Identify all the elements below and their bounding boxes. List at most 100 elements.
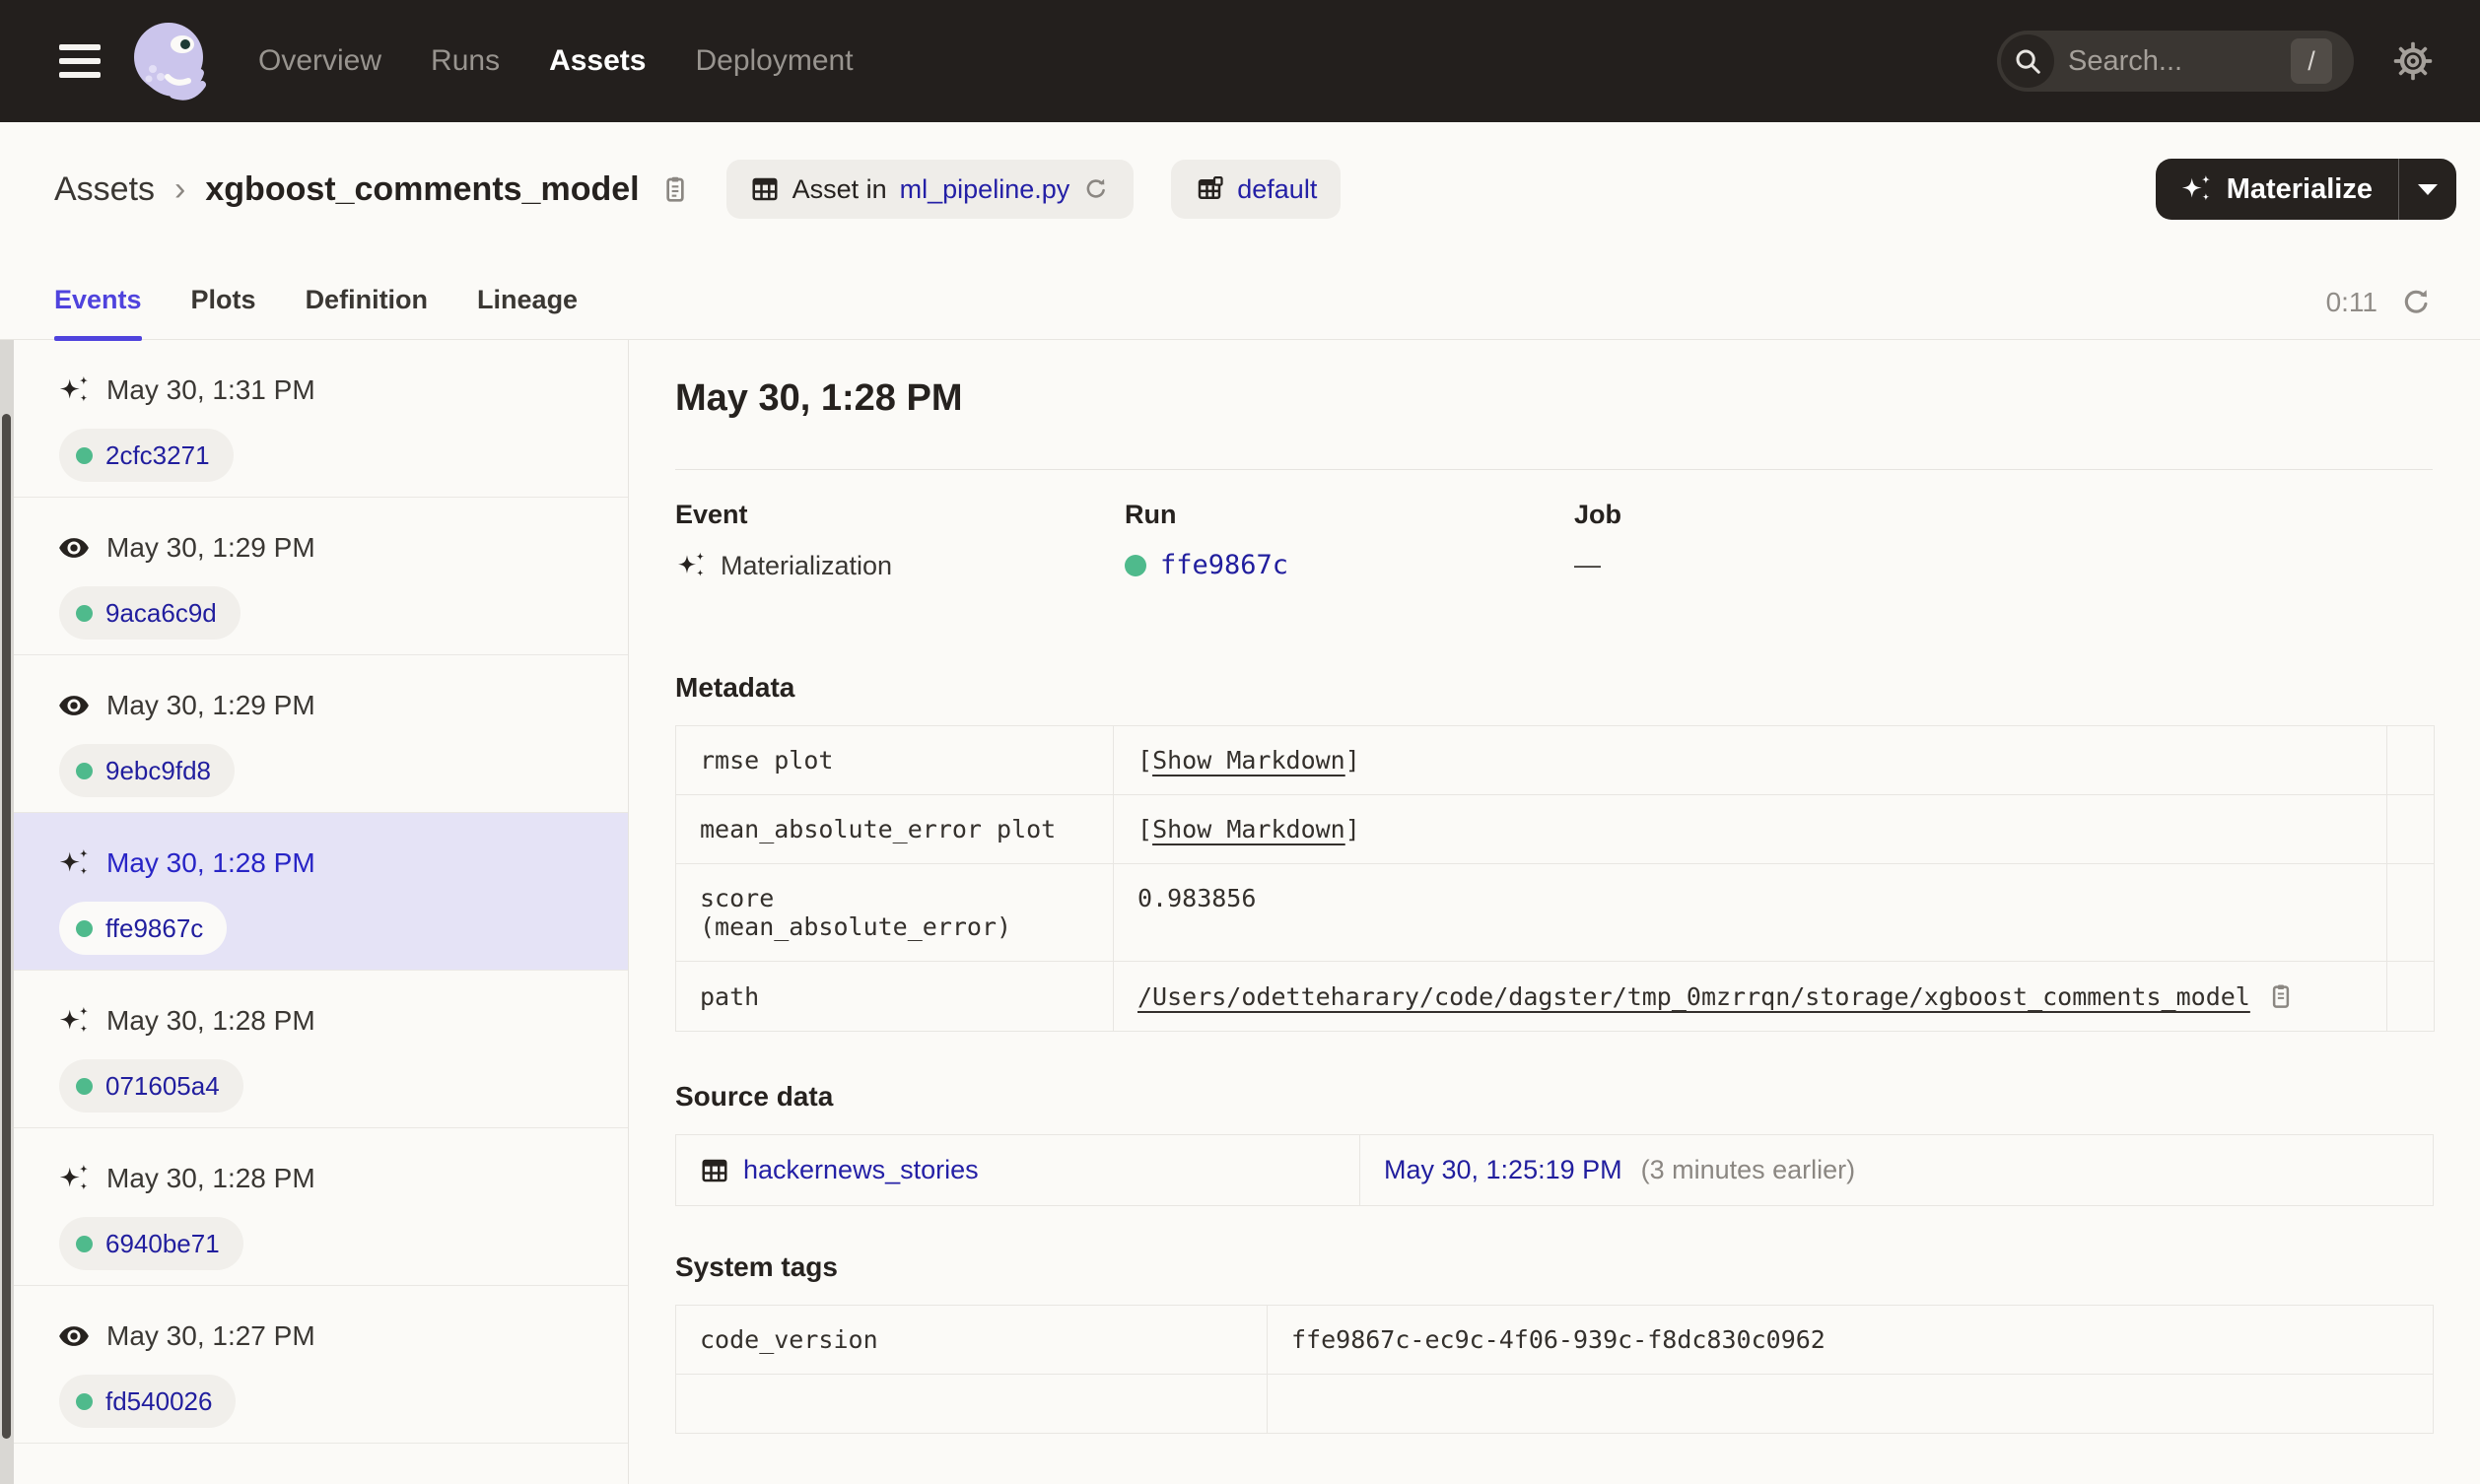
menu-icon[interactable] [59,44,101,78]
asset-tabs: Events Plots Definition Lineage 0:11 [0,256,2480,341]
observation-icon [59,1326,89,1346]
run-id-pill[interactable]: 9aca6c9d [59,586,241,640]
run-status-dot [76,1235,93,1252]
run-id-link[interactable]: 9aca6c9d [105,598,217,629]
run-id-pill[interactable]: 6940be71 [59,1217,243,1270]
nav-item-deployment[interactable]: Deployment [695,44,853,78]
show-markdown-link[interactable]: Show Markdown [1152,815,1345,843]
breadcrumb-separator: › [174,169,186,208]
system-tags-table: code_version ffe9867c-ec9c-4f06-939c-f8d… [675,1305,2434,1434]
metadata-table: rmse plot [Show Markdown] mean_absolute_… [675,725,2435,1032]
table-row: code_version ffe9867c-ec9c-4f06-939c-f8d… [675,1305,2434,1375]
materialization-icon [59,848,89,875]
pipeline-file-link[interactable]: ml_pipeline.py [900,174,1070,205]
job-value: — [1574,550,1601,579]
tab-plots[interactable]: Plots [191,285,256,339]
event-timestamp: May 30, 1:28 PM [106,847,315,878]
nav-item-assets[interactable]: Assets [549,44,646,78]
metadata-key: rmse plot [675,725,1114,795]
run-status-dot [76,1077,93,1095]
metadata-value: [Show Markdown] [1113,794,2387,864]
dagster-logo-icon[interactable] [128,18,215,104]
search-input[interactable] [2068,44,2255,78]
search-icon [2001,34,2054,88]
search-box[interactable]: / [1997,31,2354,92]
copy-path-icon[interactable] [2266,981,2296,1011]
path-link[interactable]: /Users/odetteharary/code/dagster/tmp_0mz… [1137,982,2250,1011]
event-list-item[interactable]: May 30, 1:27 PM fd540026 [14,1286,628,1444]
source-data-table: hackernews_stories May 30, 1:25:19 PM (3… [675,1134,2434,1206]
refresh-icon[interactable] [2399,286,2433,319]
materialize-dropdown-button[interactable] [2399,159,2456,220]
run-status-dot [76,1392,93,1410]
breadcrumb-assets-link[interactable]: Assets [54,170,155,209]
chevron-down-icon [2418,183,2438,195]
system-tags-heading: System tags [675,1251,838,1282]
nav-item-overview[interactable]: Overview [258,44,381,78]
asset-group-tag[interactable]: Asset in ml_pipeline.py [725,160,1135,219]
table-icon [702,1159,727,1181]
copy-asset-name-icon[interactable] [659,173,691,205]
materialization-icon [59,1006,89,1033]
asset-header: Assets › xgboost_comments_model Asset in… [0,122,2480,256]
event-column-label: Event [675,500,748,529]
source-data-heading: Source data [675,1081,834,1112]
search-shortcut-badge: / [2291,38,2332,84]
event-detail-title: May 30, 1:28 PM [675,377,963,419]
metadata-key: path [675,961,1114,1032]
event-list-item[interactable]: May 30, 1:31 PM 2cfc3271 [14,340,628,498]
reload-icon[interactable] [1082,175,1110,203]
system-tag-value: ffe9867c-ec9c-4f06-939c-f8dc830c0962 [1267,1305,2434,1375]
event-list-item[interactable]: May 30, 1:28 PM 6940be71 [14,1128,628,1286]
tab-definition[interactable]: Definition [306,285,428,339]
run-id-link[interactable]: 6940be71 [105,1229,220,1259]
refresh-countdown: 0:11 [2325,287,2377,317]
tab-lineage[interactable]: Lineage [477,285,578,339]
event-detail-panel: May 30, 1:28 PM Event Materialization Ru… [629,340,2480,1484]
run-id-pill[interactable]: 2cfc3271 [59,429,234,482]
primary-nav: Overview Runs Assets Deployment [258,44,854,78]
run-id-link[interactable]: 9ebc9fd8 [105,756,211,786]
event-type-value: Materialization [721,550,893,580]
observation-icon [59,696,89,715]
run-id-link[interactable]: ffe9867c [1160,550,1288,580]
event-list-item[interactable]: May 30, 1:29 PM 9aca6c9d [14,498,628,655]
event-list-item-partial [14,1444,628,1484]
metadata-value: 0.983856 [1113,863,2387,962]
metadata-value: [Show Markdown] [1113,725,2387,795]
event-list-item[interactable]: May 30, 1:28 PM 071605a4 [14,971,628,1128]
repository-link[interactable]: default [1237,174,1317,205]
metadata-heading: Metadata [675,672,795,703]
run-id-link[interactable]: fd540026 [105,1386,212,1417]
table-row-partial [675,1374,2434,1434]
event-timestamp: May 30, 1:27 PM [106,1320,315,1351]
show-markdown-link[interactable]: Show Markdown [1152,746,1345,775]
settings-gear-icon[interactable] [2391,39,2435,83]
table-icon [752,177,778,201]
run-id-pill[interactable]: fd540026 [59,1375,237,1428]
source-materialization-time-link[interactable]: May 30, 1:25:19 PM [1384,1155,1622,1184]
nav-item-runs[interactable]: Runs [431,44,500,78]
repository-tag[interactable]: default [1171,160,1342,219]
top-nav: Overview Runs Assets Deployment / [0,0,2480,122]
run-status-dot [76,762,93,779]
source-asset-link[interactable]: hackernews_stories [743,1155,979,1185]
run-status-dot [1125,554,1146,576]
event-list-item[interactable]: May 30, 1:29 PM 9ebc9fd8 [14,655,628,813]
run-id-link[interactable]: 2cfc3271 [105,440,210,471]
materialize-label: Materialize [2226,172,2373,205]
sparkle-icon [2181,174,2210,201]
scrollbar-thumb[interactable] [2,414,11,1439]
source-relative-time: (3 minutes earlier) [1640,1155,1856,1184]
run-id-pill[interactable]: 071605a4 [59,1059,243,1113]
event-list-item-selected[interactable]: May 30, 1:28 PM ffe9867c [14,813,628,971]
run-column-label: Run [1125,500,1177,529]
run-id-link[interactable]: 071605a4 [105,1071,220,1102]
run-id-pill[interactable]: ffe9867c [59,902,228,955]
system-tag-key: code_version [675,1305,1268,1375]
run-id-pill[interactable]: 9ebc9fd8 [59,744,235,797]
run-id-link[interactable]: ffe9867c [105,913,203,944]
tab-events[interactable]: Events [54,285,142,341]
table-row: rmse plot [Show Markdown] [675,725,2435,795]
materialize-button[interactable]: Materialize [2155,159,2456,220]
